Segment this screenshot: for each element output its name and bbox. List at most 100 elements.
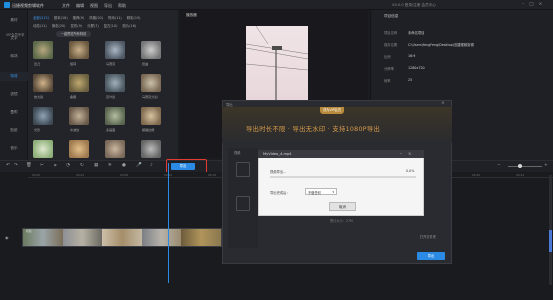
rail-item-transition[interactable]: 转场	[0, 54, 28, 59]
redo-icon[interactable]: ↷	[14, 163, 18, 168]
track-visibility-icon[interactable]: ◉	[5, 235, 9, 240]
menu-help[interactable]: 帮助	[118, 3, 126, 9]
export-size-info: 预计大小：27M	[330, 219, 353, 223]
after-export-select[interactable]: 不做任何 ▾	[305, 188, 337, 195]
account-status[interactable]: V4.0.0 登录/注册 会员中心	[392, 3, 436, 8]
effect-thumb[interactable]	[105, 107, 125, 125]
progress-bar	[270, 176, 416, 178]
open-folder-link[interactable]: 打开文件夹	[420, 234, 436, 239]
dialog-close-icon[interactable]: ×	[441, 101, 445, 106]
zoom-out-icon[interactable]: −	[497, 163, 501, 168]
effect-thumb[interactable]	[33, 74, 53, 92]
category-tabs-row1: 全部(213) 基本(16) 推荐(9) 风格(20) 时尚(11) 精彩(15…	[33, 15, 141, 20]
effect-thumb-label: 百叶窗	[106, 95, 116, 99]
rail-item-overlay[interactable]: 叠附	[0, 110, 28, 115]
effect-thumb[interactable]	[141, 41, 161, 59]
cancel-button[interactable]: 取消	[329, 202, 356, 211]
zoom-slider-track[interactable]	[508, 166, 542, 167]
rail-item-music[interactable]: 音乐	[0, 146, 28, 151]
prop-label-resolution: 分辨率	[384, 67, 394, 71]
rotate-icon[interactable]: ↻	[80, 163, 84, 168]
effect-thumb-label: 模糊边框	[142, 128, 155, 132]
ruler-tick-label: 00:16	[208, 173, 217, 177]
menu-file[interactable]: 文件	[62, 3, 70, 9]
undo-icon[interactable]: ↶	[6, 163, 10, 168]
prop-value-framerate: 25	[408, 78, 413, 82]
freeze-icon[interactable]: ❄	[108, 163, 112, 168]
effect-thumb-label: 水波纹	[70, 128, 80, 132]
playhead[interactable]	[168, 163, 169, 283]
speed-icon[interactable]: ◔	[66, 163, 70, 168]
clip-title: 视频	[26, 229, 32, 233]
effect-thumb-label: 旋转	[70, 62, 77, 66]
crop-icon[interactable]: ⌗	[54, 163, 57, 169]
minimize-icon[interactable]: –	[522, 2, 524, 7]
effect-thumb[interactable]	[33, 140, 53, 158]
tab-basic[interactable]: 基本(16)	[54, 15, 68, 20]
record-icon[interactable]: ●	[122, 163, 126, 168]
effect-thumb[interactable]	[69, 74, 89, 92]
effect-thumb[interactable]	[141, 107, 161, 125]
app-logo-icon	[4, 2, 10, 8]
effect-thumb[interactable]	[105, 140, 125, 158]
effect-thumb[interactable]	[141, 74, 161, 92]
tab-recommended[interactable]: 推荐(9)	[73, 15, 85, 20]
effect-thumb[interactable]	[105, 74, 125, 92]
effect-thumb[interactable]	[105, 41, 125, 59]
effect-thumb[interactable]	[69, 41, 89, 59]
mosaic-icon[interactable]: ▦	[94, 163, 98, 168]
tab-split[interactable]: 分屏(7)	[87, 23, 99, 28]
menu-view[interactable]: 视图	[90, 3, 98, 9]
rail-item-media[interactable]: 素材	[0, 18, 28, 23]
menu-bar: 文件 编辑 视图 导出 帮助	[62, 3, 126, 9]
menu-export[interactable]: 导出	[104, 3, 112, 9]
tab-style[interactable]: 风格(20)	[89, 15, 103, 20]
scrollbar-thumb[interactable]	[549, 230, 552, 252]
ruler-tick-label: 00:08	[120, 173, 129, 177]
close-icon[interactable]: ×	[408, 151, 411, 156]
close-icon[interactable]: ×	[539, 2, 543, 7]
tab-all[interactable]: 全部(213)	[33, 15, 49, 20]
tab-highlight[interactable]: 精彩(15)	[127, 15, 141, 20]
voice-icon[interactable]: 🎤	[136, 163, 142, 168]
split-icon[interactable]: ✂	[40, 163, 44, 168]
audio-format-icon[interactable]	[236, 196, 250, 211]
effect-thumb[interactable]	[33, 107, 53, 125]
effect-thumb-label: 马赛克分割	[142, 95, 158, 99]
effect-thumb[interactable]	[69, 107, 89, 125]
menu-edit[interactable]: 编辑	[76, 3, 84, 9]
zoom-in-icon[interactable]: +	[544, 163, 548, 168]
video-format-icon[interactable]	[236, 162, 250, 177]
effect-thumb-label: 多画面	[106, 128, 116, 132]
volume-icon[interactable]: ♪	[150, 163, 153, 168]
tab-retro[interactable]: 复古(10)	[104, 23, 118, 28]
effect-thumb[interactable]	[141, 140, 161, 158]
tab-deform[interactable]: 变形(9)	[71, 23, 83, 28]
maximize-icon[interactable]: □	[529, 2, 533, 7]
rail-item-effects[interactable]: 特效	[0, 72, 28, 81]
preview-all-button[interactable]: 一键预览所有特效	[56, 31, 91, 37]
tab-fashion[interactable]: 时尚(11)	[108, 15, 122, 20]
tab-static[interactable]: 静态(20)	[52, 23, 66, 28]
rail-item-sticker[interactable]: 贴纸	[0, 128, 28, 133]
prop-label-path: 保存位置	[384, 43, 398, 47]
minimize-icon[interactable]: –	[400, 151, 402, 156]
effect-thumb-label: 放大镜	[34, 95, 44, 99]
prop-label-name: 项目名称	[384, 31, 398, 35]
delete-icon[interactable]: 🗑	[26, 163, 32, 168]
ruler-tick-label: 00:04	[76, 173, 85, 177]
video-track[interactable]	[22, 228, 222, 247]
rail-item-filter[interactable]: 滤镜	[0, 92, 28, 97]
prop-label-ratio: 比例	[384, 55, 391, 59]
category-tabs-row2: 动态(11) 静态(20) 变形(9) 分屏(7) 复古(10) 胶片(16)	[33, 23, 136, 28]
effect-thumb-label: 扭曲	[142, 62, 149, 66]
vip-banner-text: 导出时长不限 · 导出无水印 · 支持1080P导出	[246, 126, 381, 133]
prop-value-path: C:\Users\fengFeng\Desktop\迅捷视频剪辑	[408, 43, 474, 47]
effect-thumb[interactable]	[69, 140, 89, 158]
zoom-slider-handle[interactable]	[518, 164, 522, 168]
tab-dynamic[interactable]: 动态(11)	[33, 23, 47, 28]
vip-badge[interactable]: 成为VIP会员	[320, 107, 344, 114]
tab-film[interactable]: 胶片(16)	[122, 23, 136, 28]
dialog-export-button[interactable]: 导出	[417, 252, 445, 260]
effect-thumb[interactable]	[33, 41, 53, 59]
